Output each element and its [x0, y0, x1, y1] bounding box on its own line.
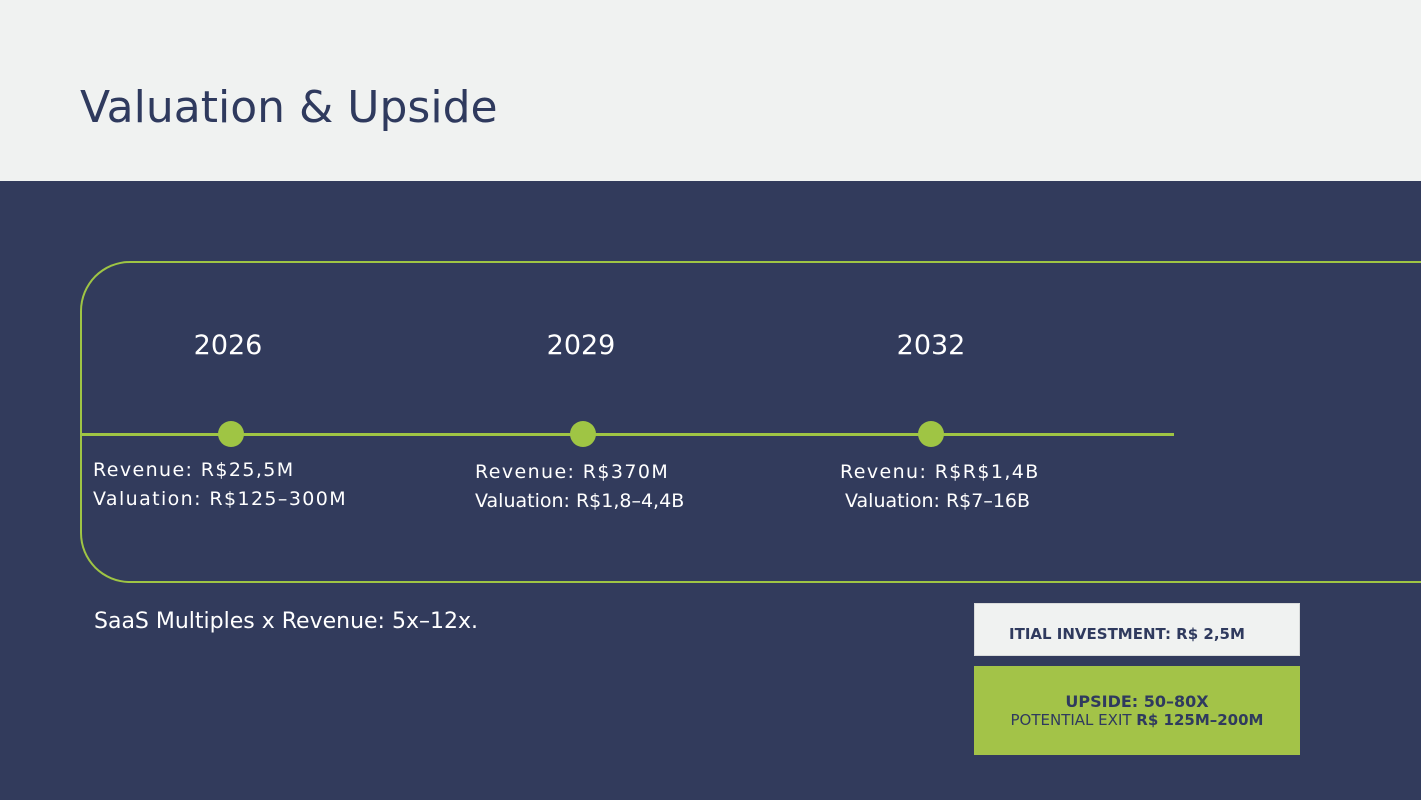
timeline-line	[82, 433, 1174, 436]
milestone-revenue-2026: Revenue: R$25,5M	[93, 459, 295, 481]
milestone-dot-2032	[918, 421, 944, 447]
milestone-valuation-2029: Valuation: R$1,8–4,4B	[475, 490, 685, 512]
upside-headline: UPSIDE: 50–80X	[1065, 692, 1209, 711]
potential-exit-line: POTENTIAL EXIT R$ 125M–200M	[974, 710, 1300, 730]
milestone-year-2026: 2026	[193, 330, 263, 361]
milestone-year-2029: 2029	[546, 330, 616, 361]
upside-box: UPSIDE: 50–80X POTENTIAL EXIT R$ 125M–20…	[974, 666, 1300, 755]
milestone-year-2032: 2032	[896, 330, 966, 361]
page-title: Valuation & Upside	[80, 82, 498, 133]
milestone-revenue-2029: Revenue: R$370M	[475, 461, 670, 483]
milestone-revenue-2032: Revenu: R$R$1,4B	[840, 461, 1040, 483]
milestone-dot-2029	[570, 421, 596, 447]
header-band: Valuation & Upside	[0, 0, 1421, 181]
milestone-dot-2026	[218, 421, 244, 447]
investment-box: ITIAL INVESTMENT: R$ 2,5M	[974, 603, 1300, 656]
potential-exit-value: R$ 125M–200M	[1136, 711, 1264, 729]
milestone-valuation-2032: Valuation: R$7–16B	[845, 490, 1031, 512]
saas-multiples-note: SaaS Multiples x Revenue: 5x–12x.	[94, 609, 478, 634]
investment-label: ITIAL INVESTMENT: R$ 2,5M	[1009, 625, 1245, 643]
timeline-frame	[80, 261, 1421, 583]
milestone-valuation-2026: Valuation: R$125–300M	[93, 488, 348, 510]
potential-exit-label: POTENTIAL EXIT	[1010, 711, 1137, 729]
